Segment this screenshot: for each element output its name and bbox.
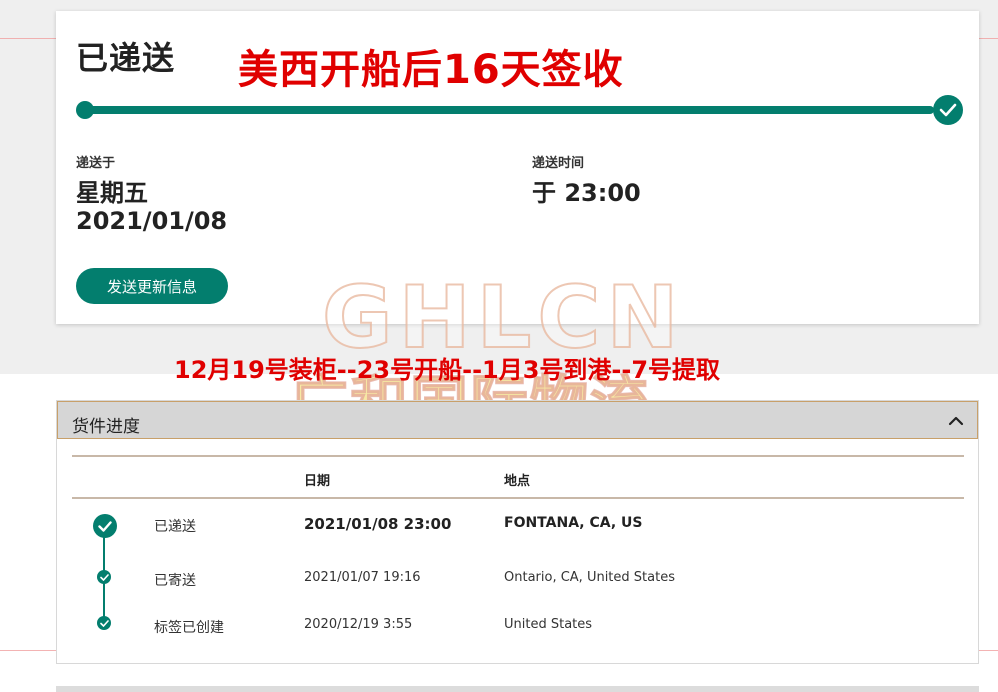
timeline-row-status: 标签已创建 <box>154 620 224 636</box>
promo-annotation: 美西开船后16天签收 <box>238 47 624 93</box>
delivered-weekday: 星期五 <box>76 179 148 207</box>
next-panel-edge <box>56 686 979 692</box>
delivered-date: 2021/01/08 <box>76 207 228 235</box>
progress-bar <box>84 106 934 114</box>
timeline-row-date: 2020/12/19 3:55 <box>304 617 413 632</box>
check-icon <box>933 95 963 125</box>
timeline-row-date: 2021/01/08 23:00 <box>304 515 452 533</box>
check-icon <box>97 570 111 584</box>
table-header-rule <box>72 497 964 499</box>
check-icon <box>93 514 117 538</box>
chevron-up-icon[interactable] <box>947 412 965 430</box>
route-annotation: 12月19号装柜--23号开船--1月3号到港--7号提取 <box>174 356 721 384</box>
shipment-progress-panel: 货件进度 日期 地点 已递送 2021/01/08 23:00 FONTANA,… <box>56 400 979 664</box>
delivery-status-card: 已递送 美西开船后16天签收 递送于 星期五 2021/01/08 递送时间 于… <box>56 11 979 324</box>
delivered-time: 于 23:00 <box>532 179 641 207</box>
send-updates-button[interactable]: 发送更新信息 <box>76 268 228 304</box>
panel-header[interactable]: 货件进度 <box>57 401 978 439</box>
panel-title: 货件进度 <box>72 417 140 437</box>
timeline-row-location: FONTANA, CA, US <box>504 515 643 531</box>
delivered-time-label: 递送时间 <box>532 156 585 171</box>
timeline-row-status: 已寄送 <box>154 573 196 589</box>
check-icon <box>97 616 111 630</box>
status-title: 已递送 <box>76 39 176 77</box>
timeline-row-status: 已递送 <box>154 519 196 535</box>
delivered-on-label: 递送于 <box>76 156 116 171</box>
progress-start-dot <box>76 101 94 119</box>
location-column-header: 地点 <box>504 474 531 489</box>
table-top-rule <box>72 455 964 457</box>
timeline-row-location: United States <box>504 617 593 632</box>
timeline-row-date: 2021/01/07 19:16 <box>304 570 421 585</box>
date-column-header: 日期 <box>304 474 331 489</box>
timeline-row-location: Ontario, CA, United States <box>504 570 675 585</box>
